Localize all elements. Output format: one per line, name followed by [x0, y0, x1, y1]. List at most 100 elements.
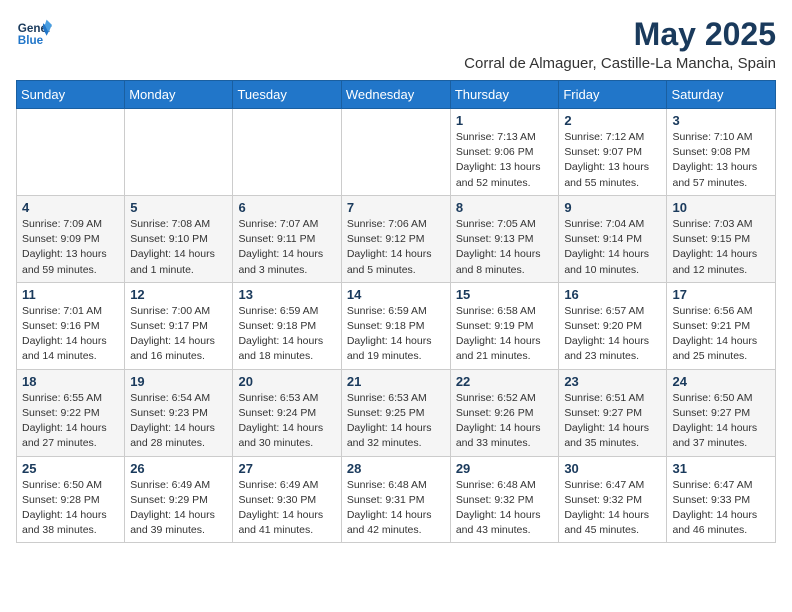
title-block: May 2025 Corral de Almaguer, Castille-La… [464, 16, 776, 72]
day-number: 31 [672, 461, 770, 476]
day-info: Sunrise: 6:49 AM Sunset: 9:30 PM Dayligh… [238, 478, 335, 539]
day-number: 14 [347, 287, 445, 302]
day-number: 15 [456, 287, 554, 302]
calendar-cell: 28 Sunrise: 6:48 AM Sunset: 9:31 PM Dayli… [341, 456, 450, 543]
day-info: Sunrise: 6:53 AM Sunset: 9:24 PM Dayligh… [238, 391, 335, 452]
day-info: Sunrise: 7:01 AM Sunset: 9:16 PM Dayligh… [22, 304, 119, 365]
day-number: 21 [347, 374, 445, 389]
calendar-week-4: 18Sunrise: 6:55 AM Sunset: 9:22 PM Dayli… [17, 369, 776, 456]
calendar-cell: 1Sunrise: 7:13 AM Sunset: 9:06 PM Daylig… [450, 109, 559, 196]
day-number: 17 [672, 287, 770, 302]
day-number: 20 [238, 374, 335, 389]
day-info: Sunrise: 6:48 AM Sunset: 9:31 PM Dayligh… [347, 478, 445, 539]
calendar-cell: 29 Sunrise: 6:48 AM Sunset: 9:32 PM Dayli… [450, 456, 559, 543]
day-number: 29 [456, 461, 554, 476]
calendar-cell: 2 Sunrise: 7:12 AM Sunset: 9:07 PM Daylig… [559, 109, 667, 196]
calendar-cell: 12 Sunrise: 7:00 AM Sunset: 9:17 PM Dayli… [125, 282, 233, 369]
day-info: Sunrise: 7:00 AM Sunset: 9:17 PM Dayligh… [130, 304, 227, 365]
day-info: Sunrise: 6:59 AM Sunset: 9:18 PM Dayligh… [238, 304, 335, 365]
calendar-cell: 3Sunrise: 7:10 AM Sunset: 9:08 PM Daylig… [667, 109, 776, 196]
calendar-week-5: 25 Sunrise: 6:50 AM Sunset: 9:28 PM Dayli… [17, 456, 776, 543]
day-info: Sunrise: 6:54 AM Sunset: 9:23 PM Dayligh… [130, 391, 227, 452]
day-info: Sunrise: 6:50 AM Sunset: 9:28 PM Dayligh… [22, 478, 119, 539]
calendar-table: SundayMondayTuesdayWednesdayThursdayFrid… [16, 80, 776, 543]
day-number: 6 [238, 200, 335, 215]
location-subtitle: Corral de Almaguer, Castille-La Mancha, … [464, 55, 776, 72]
calendar-cell: 22 Sunrise: 6:52 AM Sunset: 9:26 PM Dayli… [450, 369, 559, 456]
calendar-cell: 20 Sunrise: 6:53 AM Sunset: 9:24 PM Dayli… [233, 369, 341, 456]
day-info: Sunrise: 7:10 AM Sunset: 9:08 PM Dayligh… [672, 130, 770, 191]
weekday-header-friday: Friday [559, 81, 667, 109]
day-number: 8 [456, 200, 554, 215]
day-number: 12 [130, 287, 227, 302]
day-info: Sunrise: 6:57 AM Sunset: 9:20 PM Dayligh… [564, 304, 661, 365]
calendar-cell: 15Sunrise: 6:58 AM Sunset: 9:19 PM Dayli… [450, 282, 559, 369]
day-number: 30 [564, 461, 661, 476]
day-info: Sunrise: 7:03 AM Sunset: 9:15 PM Dayligh… [672, 217, 770, 278]
day-number: 25 [22, 461, 119, 476]
calendar-cell: 30 Sunrise: 6:47 AM Sunset: 9:32 PM Dayli… [559, 456, 667, 543]
calendar-cell: 19 Sunrise: 6:54 AM Sunset: 9:23 PM Dayli… [125, 369, 233, 456]
calendar-cell [17, 109, 125, 196]
day-info: Sunrise: 7:09 AM Sunset: 9:09 PM Dayligh… [22, 217, 119, 278]
day-info: Sunrise: 7:12 AM Sunset: 9:07 PM Dayligh… [564, 130, 661, 191]
weekday-header-row: SundayMondayTuesdayWednesdayThursdayFrid… [17, 81, 776, 109]
day-info: Sunrise: 6:59 AM Sunset: 9:18 PM Dayligh… [347, 304, 445, 365]
day-info: Sunrise: 6:50 AM Sunset: 9:27 PM Dayligh… [672, 391, 770, 452]
calendar-cell [125, 109, 233, 196]
day-info: Sunrise: 7:05 AM Sunset: 9:13 PM Dayligh… [456, 217, 554, 278]
calendar-cell: 14 Sunrise: 6:59 AM Sunset: 9:18 PM Dayli… [341, 282, 450, 369]
day-number: 11 [22, 287, 119, 302]
calendar-cell: 8 Sunrise: 7:05 AM Sunset: 9:13 PM Daylig… [450, 195, 559, 282]
weekday-header-wednesday: Wednesday [341, 81, 450, 109]
calendar-cell: 10 Sunrise: 7:03 AM Sunset: 9:15 PM Dayli… [667, 195, 776, 282]
weekday-header-thursday: Thursday [450, 81, 559, 109]
logo: General Blue [16, 16, 52, 52]
calendar-cell: 16 Sunrise: 6:57 AM Sunset: 9:20 PM Dayli… [559, 282, 667, 369]
day-number: 1 [456, 113, 554, 128]
day-info: Sunrise: 6:51 AM Sunset: 9:27 PM Dayligh… [564, 391, 661, 452]
day-info: Sunrise: 7:08 AM Sunset: 9:10 PM Dayligh… [130, 217, 227, 278]
calendar-week-1: 1Sunrise: 7:13 AM Sunset: 9:06 PM Daylig… [17, 109, 776, 196]
day-number: 7 [347, 200, 445, 215]
day-info: Sunrise: 6:47 AM Sunset: 9:32 PM Dayligh… [564, 478, 661, 539]
day-info: Sunrise: 6:55 AM Sunset: 9:22 PM Dayligh… [22, 391, 119, 452]
calendar-cell: 25 Sunrise: 6:50 AM Sunset: 9:28 PM Dayli… [17, 456, 125, 543]
svg-text:Blue: Blue [18, 34, 44, 47]
calendar-week-3: 11 Sunrise: 7:01 AM Sunset: 9:16 PM Dayli… [17, 282, 776, 369]
day-number: 9 [564, 200, 661, 215]
calendar-cell: 18Sunrise: 6:55 AM Sunset: 9:22 PM Dayli… [17, 369, 125, 456]
day-info: Sunrise: 7:04 AM Sunset: 9:14 PM Dayligh… [564, 217, 661, 278]
calendar-cell: 26Sunrise: 6:49 AM Sunset: 9:29 PM Dayli… [125, 456, 233, 543]
calendar-cell: 27Sunrise: 6:49 AM Sunset: 9:30 PM Dayli… [233, 456, 341, 543]
day-number: 22 [456, 374, 554, 389]
day-number: 2 [564, 113, 661, 128]
calendar-cell: 4 Sunrise: 7:09 AM Sunset: 9:09 PM Daylig… [17, 195, 125, 282]
calendar-week-2: 4 Sunrise: 7:09 AM Sunset: 9:09 PM Daylig… [17, 195, 776, 282]
day-info: Sunrise: 6:52 AM Sunset: 9:26 PM Dayligh… [456, 391, 554, 452]
weekday-header-monday: Monday [125, 81, 233, 109]
day-number: 10 [672, 200, 770, 215]
header: General Blue May 2025 Corral de Almaguer… [16, 16, 776, 72]
day-info: Sunrise: 7:07 AM Sunset: 9:11 PM Dayligh… [238, 217, 335, 278]
day-info: Sunrise: 6:53 AM Sunset: 9:25 PM Dayligh… [347, 391, 445, 452]
calendar-cell: 31 Sunrise: 6:47 AM Sunset: 9:33 PM Dayli… [667, 456, 776, 543]
day-info: Sunrise: 6:47 AM Sunset: 9:33 PM Dayligh… [672, 478, 770, 539]
calendar-cell: 13 Sunrise: 6:59 AM Sunset: 9:18 PM Dayli… [233, 282, 341, 369]
calendar-cell: 21 Sunrise: 6:53 AM Sunset: 9:25 PM Dayli… [341, 369, 450, 456]
month-year-title: May 2025 [464, 16, 776, 53]
day-number: 13 [238, 287, 335, 302]
day-info: Sunrise: 7:06 AM Sunset: 9:12 PM Dayligh… [347, 217, 445, 278]
day-number: 16 [564, 287, 661, 302]
day-info: Sunrise: 6:48 AM Sunset: 9:32 PM Dayligh… [456, 478, 554, 539]
day-number: 28 [347, 461, 445, 476]
day-number: 19 [130, 374, 227, 389]
day-number: 5 [130, 200, 227, 215]
weekday-header-sunday: Sunday [17, 81, 125, 109]
day-number: 23 [564, 374, 661, 389]
day-number: 24 [672, 374, 770, 389]
calendar-cell: 6 Sunrise: 7:07 AM Sunset: 9:11 PM Daylig… [233, 195, 341, 282]
calendar-cell: 23 Sunrise: 6:51 AM Sunset: 9:27 PM Dayli… [559, 369, 667, 456]
day-number: 4 [22, 200, 119, 215]
calendar-cell: 17Sunrise: 6:56 AM Sunset: 9:21 PM Dayli… [667, 282, 776, 369]
